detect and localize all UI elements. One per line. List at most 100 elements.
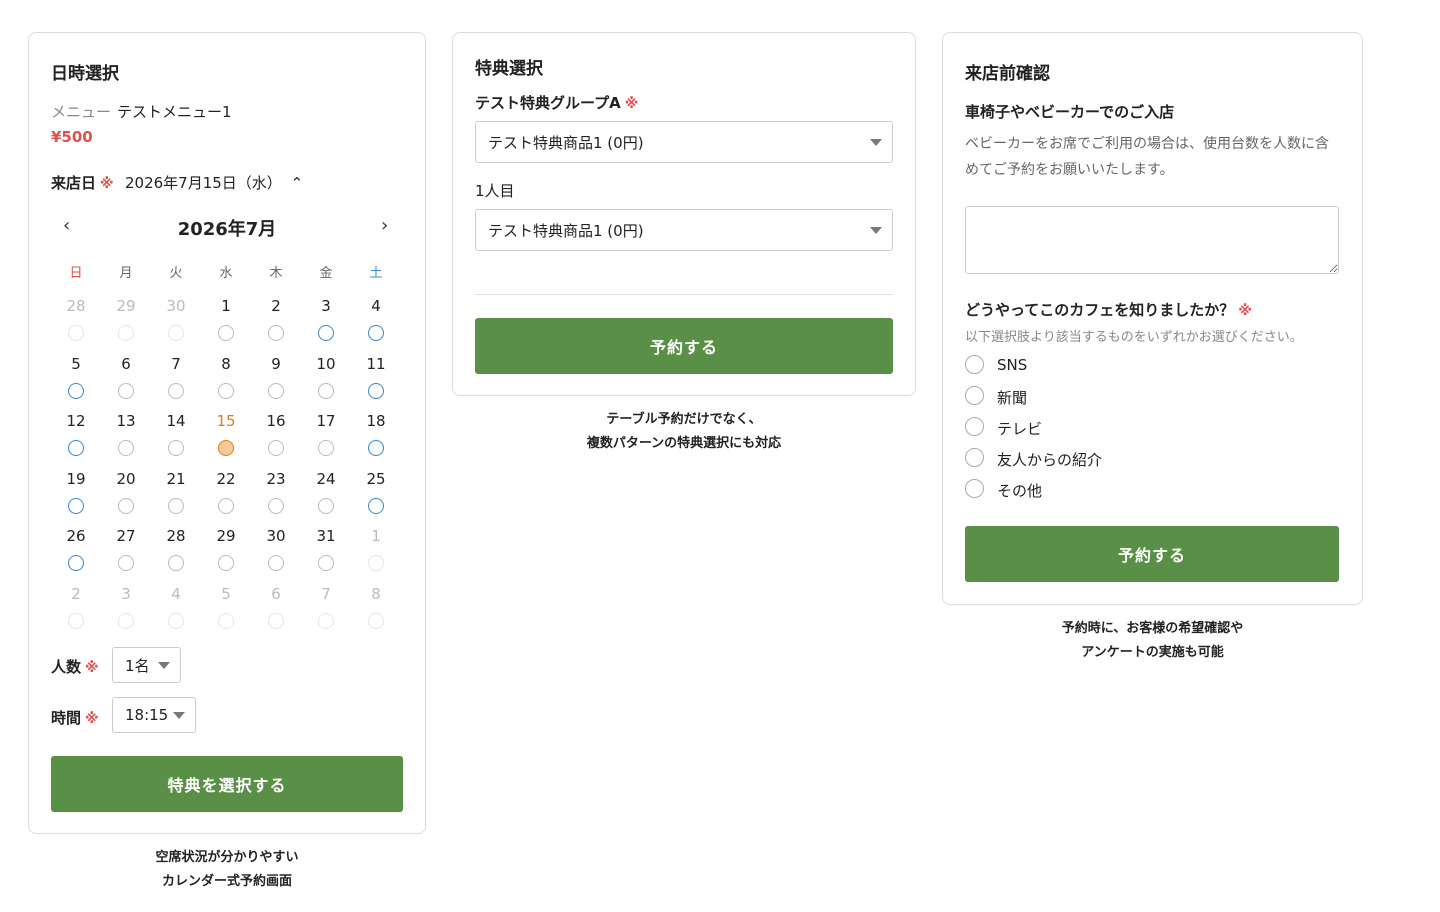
calendar-day: 2 — [71, 584, 81, 603]
availability-dot[interactable] — [118, 382, 134, 399]
reserve-button[interactable]: 予約する — [965, 526, 1339, 582]
calendar-day[interactable]: 24 — [306, 470, 346, 488]
radio-label[interactable]: その他 — [997, 480, 1042, 501]
reserve-button[interactable]: 予約する — [475, 318, 893, 374]
availability-dot[interactable] — [168, 440, 184, 456]
calendar-day[interactable]: 25 — [356, 470, 396, 488]
availability-dot — [118, 612, 134, 629]
availability-dot[interactable] — [218, 555, 234, 571]
availability-dot[interactable] — [318, 440, 334, 456]
availability-dot[interactable] — [268, 555, 284, 571]
calendar-day[interactable]: 18 — [356, 412, 396, 430]
availability-dot[interactable] — [368, 497, 384, 514]
availability-dot[interactable] — [68, 440, 84, 456]
calendar-day[interactable]: 5 — [56, 355, 96, 373]
calendar-day[interactable]: 28 — [156, 527, 196, 545]
required-mark: ※ — [85, 711, 99, 727]
calendar-day[interactable]: 6 — [106, 355, 146, 373]
required-mark: ※ — [624, 96, 639, 112]
calendar-day[interactable]: 2 — [256, 297, 296, 315]
availability-dot[interactable] — [318, 555, 334, 571]
calendar-day[interactable]: 16 — [256, 412, 296, 430]
availability-dot[interactable] — [318, 382, 334, 399]
date-value-toggle[interactable]: 2026年7月15日（水） ⌃ — [125, 172, 303, 193]
calendar-day[interactable]: 4 — [356, 297, 396, 315]
calendar-day[interactable]: 22 — [206, 470, 246, 488]
availability-dot[interactable] — [368, 325, 384, 341]
radio-label[interactable]: 新聞 — [997, 387, 1027, 408]
availability-dot[interactable] — [168, 497, 184, 514]
availability-dot[interactable] — [268, 382, 284, 399]
calendar-dow: 金 — [319, 266, 333, 281]
people-value: 1名 — [125, 656, 150, 675]
availability-dot[interactable] — [168, 555, 184, 571]
people-select[interactable]: 1名 — [112, 647, 181, 683]
calendar-day[interactable]: 26 — [56, 527, 96, 545]
availability-dot[interactable] — [218, 497, 234, 514]
radio-label[interactable]: 友人からの紹介 — [997, 449, 1102, 470]
calendar-day[interactable]: 9 — [256, 355, 296, 373]
availability-dot — [268, 612, 284, 629]
availability-dot[interactable] — [68, 555, 84, 571]
calendar-day[interactable]: 23 — [256, 470, 296, 488]
calendar-day[interactable]: 8 — [206, 355, 246, 373]
person-select[interactable]: テスト特典商品1 (0円) — [475, 209, 893, 251]
group-select[interactable]: テスト特典商品1 (0円) — [475, 121, 893, 163]
calendar-day[interactable]: 27 — [106, 527, 146, 545]
caption-line: 空席状況が分かりやすい — [155, 850, 299, 865]
calendar-day[interactable]: 21 — [156, 470, 196, 488]
calendar-day[interactable]: 15 — [206, 412, 246, 430]
availability-dot — [68, 612, 84, 629]
availability-dot[interactable] — [118, 497, 134, 514]
calendar-day[interactable]: 11 — [356, 355, 396, 373]
calendar-day[interactable]: 30 — [256, 527, 296, 545]
availability-dot[interactable] — [218, 382, 234, 399]
availability-dot[interactable] — [318, 497, 334, 514]
radio-button[interactable] — [965, 448, 984, 467]
availability-dot[interactable] — [68, 382, 84, 399]
availability-dot[interactable] — [368, 382, 384, 399]
availability-dot[interactable] — [268, 325, 284, 341]
availability-dot — [168, 325, 184, 341]
availability-dot — [368, 612, 384, 629]
radio-label[interactable]: テレビ — [997, 418, 1042, 439]
availability-dot[interactable] — [168, 382, 184, 399]
radio-button[interactable] — [965, 417, 984, 436]
calendar-day[interactable]: 14 — [156, 412, 196, 430]
calendar-day[interactable]: 31 — [306, 527, 346, 545]
required-mark: ※ — [100, 176, 114, 192]
calendar-dow: 土 — [369, 266, 383, 281]
radio-button[interactable] — [965, 479, 984, 498]
q1-textarea[interactable] — [965, 206, 1339, 274]
caption-line: カレンダー式予約画面 — [161, 874, 292, 889]
availability-dot[interactable] — [368, 440, 384, 456]
availability-dot[interactable] — [68, 497, 84, 514]
availability-dot[interactable] — [268, 497, 284, 514]
calendar-day[interactable]: 7 — [156, 355, 196, 373]
calendar-next-button[interactable]: › — [381, 215, 388, 236]
calendar-day[interactable]: 29 — [206, 527, 246, 545]
availability-dot[interactable] — [318, 325, 334, 341]
availability-dot[interactable] — [118, 440, 134, 456]
availability-dot[interactable] — [268, 440, 284, 456]
radio-button[interactable] — [965, 386, 984, 405]
availability-dot[interactable] — [118, 555, 134, 571]
availability-dot[interactable] — [218, 440, 234, 456]
calendar-day: 7 — [321, 584, 331, 603]
select-benefit-button[interactable]: 特典を選択する — [51, 756, 403, 812]
calendar-day[interactable]: 12 — [56, 412, 96, 430]
calendar-day[interactable]: 17 — [306, 412, 346, 430]
availability-dot — [318, 612, 334, 629]
calendar-day[interactable]: 1 — [206, 297, 246, 315]
calendar-day[interactable]: 20 — [106, 470, 146, 488]
calendar-day[interactable]: 13 — [106, 412, 146, 430]
time-select[interactable]: 18:15 — [112, 697, 196, 733]
availability-dot — [368, 555, 384, 571]
calendar-day[interactable]: 3 — [306, 297, 346, 315]
radio-label[interactable]: SNS — [997, 356, 1027, 374]
availability-dot[interactable] — [218, 325, 234, 341]
calendar-day[interactable]: 19 — [56, 470, 96, 488]
radio-button[interactable] — [965, 355, 984, 374]
calendar-day[interactable]: 10 — [306, 355, 346, 373]
calendar-dow: 火 — [169, 266, 183, 281]
